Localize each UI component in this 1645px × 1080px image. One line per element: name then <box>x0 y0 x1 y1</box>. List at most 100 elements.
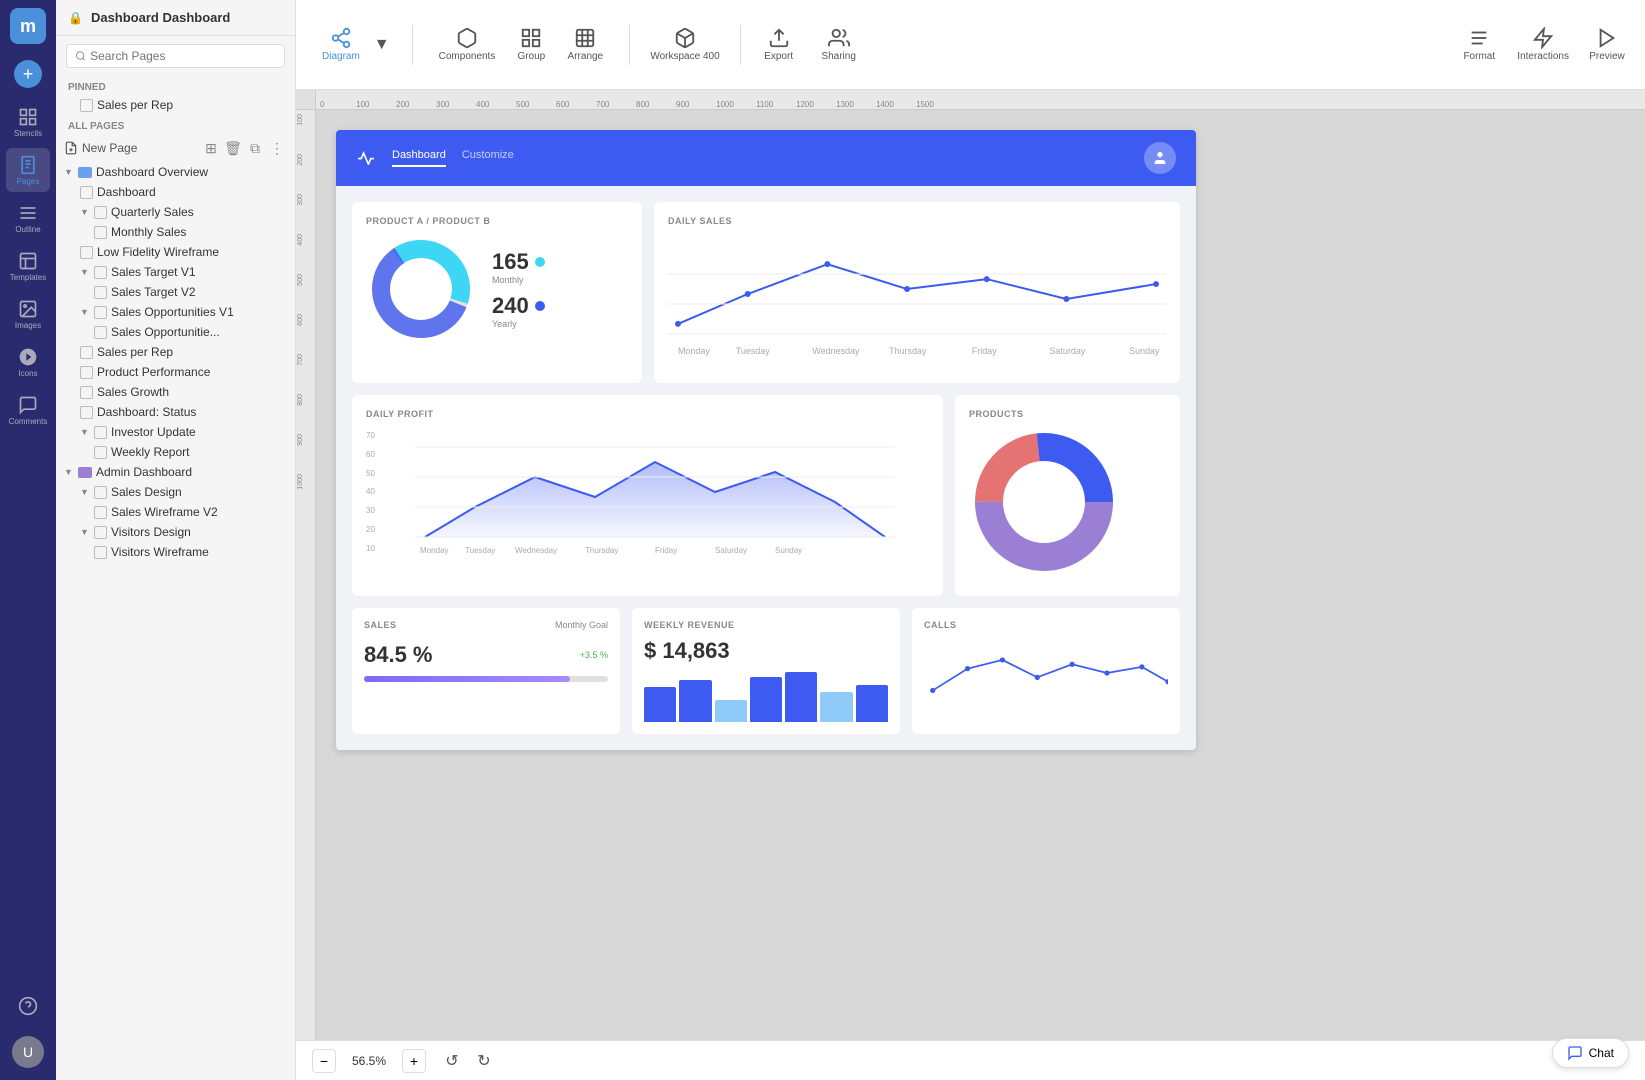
outline-nav[interactable]: Outline <box>6 196 50 240</box>
dash-nav-dashboard[interactable]: Dashboard <box>392 149 446 167</box>
workspace-tool[interactable]: Workspace 400 <box>642 21 727 68</box>
expand-arrow: ▼ <box>80 267 90 277</box>
format-tool[interactable]: Format <box>1453 21 1505 68</box>
icons-nav[interactable]: Icons <box>6 340 50 384</box>
add-button[interactable]: + <box>14 60 42 88</box>
page-checkbox[interactable] <box>80 246 93 259</box>
page-checkbox[interactable] <box>94 506 107 519</box>
group-label: Group <box>517 51 545 62</box>
page-checkbox[interactable] <box>94 526 107 539</box>
donut-svg <box>366 234 476 344</box>
new-page-action-2[interactable]: 🗑 <box>223 138 243 158</box>
arrange-tool[interactable]: Arrange <box>559 21 611 68</box>
search-box[interactable] <box>66 44 285 68</box>
stencils-nav[interactable]: Stencils <box>6 100 50 144</box>
preview-tool[interactable]: Preview <box>1581 21 1633 68</box>
zoom-out-button[interactable]: − <box>312 1049 336 1073</box>
diagram-label: Diagram <box>322 51 360 62</box>
new-page-row[interactable]: New Page ⊞ 🗑 ⧉ ⋮ <box>56 134 295 162</box>
canvas-area[interactable]: 0 100 200 300 400 500 600 700 800 900 10… <box>296 90 1645 1080</box>
calls-line-svg <box>924 638 1168 708</box>
chat-button[interactable]: Chat <box>1552 1038 1629 1068</box>
page-sales-wireframe-v2[interactable]: Sales Wireframe V2 <box>56 502 295 522</box>
canvas-content[interactable]: Dashboard Customize <box>316 110 1645 1040</box>
components-tool[interactable]: Components <box>431 21 504 68</box>
page-checkbox[interactable] <box>94 446 107 459</box>
svg-text:Monday: Monday <box>678 346 710 356</box>
page-checkbox[interactable] <box>94 206 107 219</box>
page-dashboard-status[interactable]: Dashboard: Status <box>56 402 295 422</box>
ruler-corner <box>296 90 316 110</box>
page-checkbox[interactable] <box>80 99 93 112</box>
page-checkbox[interactable] <box>80 186 93 199</box>
diagram-dropdown[interactable]: ▼ <box>370 36 394 54</box>
page-sales-opp[interactable]: Sales Opportunitie... <box>56 322 295 342</box>
pages-nav[interactable]: Pages <box>6 148 50 192</box>
dash-user-avatar <box>1144 142 1176 174</box>
help-button[interactable] <box>6 984 50 1028</box>
revenue-value: $ 14,863 <box>644 638 888 664</box>
folder-admin-dashboard[interactable]: ▼ Admin Dashboard <box>56 462 295 482</box>
sales-stat-header: SALES Monthly Goal <box>364 620 608 638</box>
zoom-in-button[interactable]: + <box>402 1049 426 1073</box>
diagram-tool[interactable]: Diagram <box>314 21 368 68</box>
folder-sales-opportunities[interactable]: ▼ Sales Opportunities V1 <box>56 302 295 322</box>
page-sales-target-v2[interactable]: Sales Target V2 <box>56 282 295 302</box>
search-input[interactable] <box>90 49 276 63</box>
folder-investor-update[interactable]: ▼ Investor Update <box>56 422 295 442</box>
format-label: Format <box>1463 51 1495 62</box>
yearly-dot <box>535 301 545 311</box>
page-sales-growth[interactable]: Sales Growth <box>56 382 295 402</box>
page-weekly-report[interactable]: Weekly Report <box>56 442 295 462</box>
page-product-performance[interactable]: Product Performance <box>56 362 295 382</box>
page-visitors-wireframe[interactable]: Visitors Wireframe <box>56 542 295 562</box>
interactions-tool[interactable]: Interactions <box>1509 21 1577 68</box>
expand-arrow: ▼ <box>80 207 90 217</box>
folder-dashboard-overview[interactable]: ▼ Dashboard Overview <box>56 162 295 182</box>
page-checkbox[interactable] <box>94 306 107 319</box>
templates-nav[interactable]: Templates <box>6 244 50 288</box>
products-card: PRODUCTS <box>955 395 1180 596</box>
page-monthly-sales[interactable]: Monthly Sales <box>56 222 295 242</box>
page-checkbox[interactable] <box>94 326 107 339</box>
new-page-action-4[interactable]: ⋮ <box>267 138 287 158</box>
page-sales-per-rep[interactable]: Sales per Rep <box>56 342 295 362</box>
folder-sales-design[interactable]: ▼ Sales Design <box>56 482 295 502</box>
daily-profit-card: DAILY PROFIT 70605040302010 <box>352 395 943 596</box>
page-checkbox[interactable] <box>94 546 107 559</box>
donut-legend: 165 Monthly <box>492 249 545 329</box>
page-checkbox[interactable] <box>94 426 107 439</box>
folder-icon <box>78 167 92 178</box>
folder-sales-target[interactable]: ▼ Sales Target V1 <box>56 262 295 282</box>
sales-change: +3.5 % <box>580 650 608 660</box>
new-page-action-1[interactable]: ⊞ <box>201 138 221 158</box>
page-low-fidelity[interactable]: Low Fidelity Wireframe <box>56 242 295 262</box>
sidebar: 🔒 Dashboard Dashboard PINNED Sales per R… <box>56 0 296 1080</box>
page-checkbox[interactable] <box>80 386 93 399</box>
page-checkbox[interactable] <box>80 366 93 379</box>
folder-quarterly-sales[interactable]: ▼ Quarterly Sales <box>56 202 295 222</box>
app-logo[interactable]: m <box>10 8 46 44</box>
page-checkbox[interactable] <box>94 266 107 279</box>
pinned-label: PINNED <box>56 76 295 95</box>
arrange-label: Arrange <box>568 51 604 62</box>
group-tool[interactable]: Group <box>505 21 557 68</box>
page-dashboard[interactable]: Dashboard <box>56 182 295 202</box>
comments-nav[interactable]: Comments <box>6 388 50 432</box>
page-checkbox[interactable] <box>94 226 107 239</box>
user-avatar[interactable]: U <box>12 1036 44 1068</box>
folder-visitors-design[interactable]: ▼ Visitors Design <box>56 522 295 542</box>
sales-progress-bg <box>364 676 608 682</box>
sharing-tool[interactable]: Sharing <box>813 21 865 68</box>
redo-button[interactable]: ↻ <box>470 1047 498 1075</box>
dash-nav-customize[interactable]: Customize <box>462 149 514 167</box>
undo-button[interactable]: ↺ <box>438 1047 466 1075</box>
page-checkbox[interactable] <box>80 406 93 419</box>
pinned-sales-per-rep[interactable]: Sales per Rep <box>56 95 295 115</box>
images-nav[interactable]: Images <box>6 292 50 336</box>
page-checkbox[interactable] <box>94 286 107 299</box>
export-tool[interactable]: Export <box>753 21 805 68</box>
new-page-action-3[interactable]: ⧉ <box>245 138 265 158</box>
page-checkbox[interactable] <box>94 486 107 499</box>
page-checkbox[interactable] <box>80 346 93 359</box>
